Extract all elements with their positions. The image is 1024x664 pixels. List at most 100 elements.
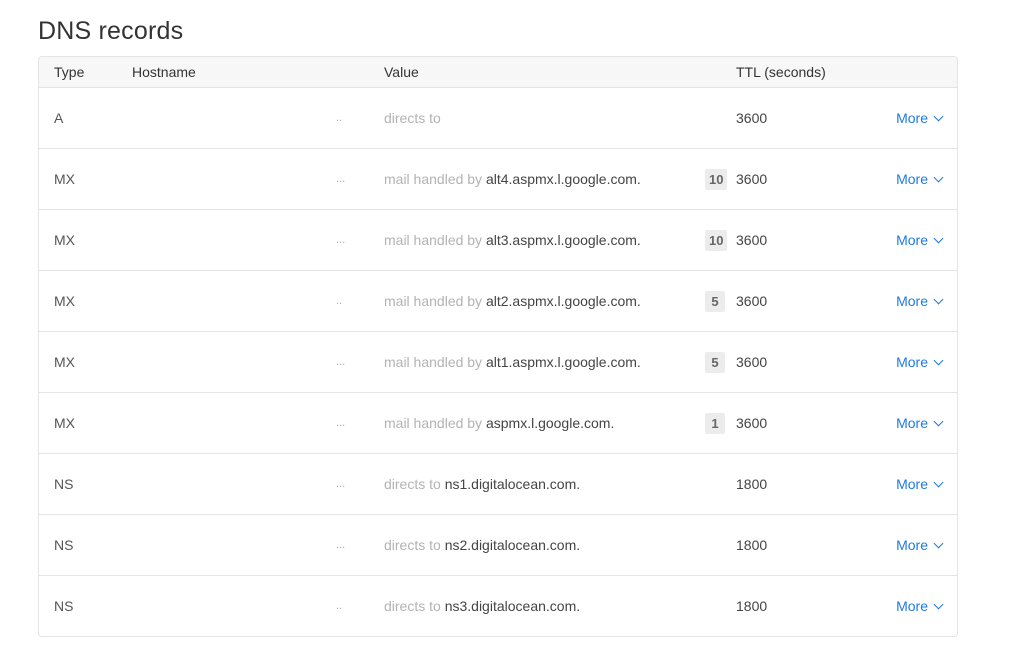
record-type: NS bbox=[54, 537, 74, 553]
dns-records-table: Type Hostname Value TTL (seconds) A .. d… bbox=[38, 56, 958, 637]
table-row: MX ... mail handled by alt4.aspmx.l.goog… bbox=[39, 149, 957, 210]
chevron-down-icon bbox=[933, 416, 944, 427]
hostname-value: ... bbox=[336, 539, 346, 551]
value-target: ns3.digitalocean.com. bbox=[444, 598, 581, 614]
record-type: NS bbox=[54, 476, 74, 492]
header-type: Type bbox=[54, 64, 85, 80]
table-row: NS ... directs to ns2.digitalocean.com. … bbox=[39, 515, 957, 576]
ttl-value: 1800 bbox=[736, 537, 768, 553]
value-prefix: directs to bbox=[384, 110, 441, 126]
ttl-value: 3600 bbox=[736, 354, 768, 370]
more-label: More bbox=[896, 110, 928, 126]
hostname-value: .. bbox=[336, 600, 343, 612]
more-button[interactable]: More bbox=[896, 149, 944, 209]
more-label: More bbox=[896, 293, 928, 309]
hostname-value: ... bbox=[336, 356, 346, 368]
chevron-down-icon bbox=[933, 111, 944, 122]
record-value: mail handled by alt1.aspmx.l.google.com. bbox=[384, 332, 641, 392]
more-button[interactable]: More bbox=[896, 271, 944, 331]
ttl-value: 1800 bbox=[736, 476, 768, 492]
value-target: ns1.digitalocean.com. bbox=[444, 476, 581, 492]
dns-records-page: DNS records Type Hostname Value TTL (sec… bbox=[0, 0, 1024, 664]
value-prefix: mail handled by bbox=[384, 415, 483, 431]
priority-badge: 5 bbox=[705, 291, 725, 312]
record-value: directs to bbox=[384, 88, 441, 148]
table-body: A .. directs to 3600 More MX ... mail ha… bbox=[39, 88, 957, 636]
record-value: mail handled by alt2.aspmx.l.google.com. bbox=[384, 271, 641, 331]
value-prefix: directs to bbox=[384, 476, 441, 492]
hostname-value: .. bbox=[336, 295, 343, 307]
table-header: Type Hostname Value TTL (seconds) bbox=[39, 57, 957, 88]
more-label: More bbox=[896, 354, 928, 370]
more-label: More bbox=[896, 415, 928, 431]
more-button[interactable]: More bbox=[896, 515, 944, 575]
ttl-value: 3600 bbox=[736, 110, 768, 126]
more-button[interactable]: More bbox=[896, 576, 944, 636]
more-button[interactable]: More bbox=[896, 88, 944, 148]
more-button[interactable]: More bbox=[896, 332, 944, 392]
table-row: A .. directs to 3600 More bbox=[39, 88, 957, 149]
priority-badge: 1 bbox=[705, 413, 725, 434]
hostname-value: ... bbox=[336, 417, 346, 429]
value-prefix: mail handled by bbox=[384, 354, 483, 370]
ttl-value: 1800 bbox=[736, 598, 768, 614]
record-type: MX bbox=[54, 232, 75, 248]
ttl-value: 3600 bbox=[736, 232, 768, 248]
more-button[interactable]: More bbox=[896, 393, 944, 453]
table-row: NS ... directs to ns1.digitalocean.com. … bbox=[39, 454, 957, 515]
header-hostname: Hostname bbox=[132, 64, 196, 80]
more-label: More bbox=[896, 598, 928, 614]
value-target: alt4.aspmx.l.google.com. bbox=[485, 171, 641, 187]
chevron-down-icon bbox=[933, 477, 944, 488]
hostname-value: .. bbox=[336, 112, 343, 124]
ttl-value: 3600 bbox=[736, 293, 768, 309]
record-type: MX bbox=[54, 415, 75, 431]
more-button[interactable]: More bbox=[896, 210, 944, 270]
record-type: MX bbox=[54, 354, 75, 370]
chevron-down-icon bbox=[933, 294, 944, 305]
record-type: MX bbox=[54, 293, 75, 309]
value-prefix: directs to bbox=[384, 537, 441, 553]
more-label: More bbox=[896, 476, 928, 492]
chevron-down-icon bbox=[933, 538, 944, 549]
chevron-down-icon bbox=[933, 233, 944, 244]
hostname-value: ... bbox=[336, 478, 346, 490]
value-target: aspmx.l.google.com. bbox=[485, 415, 615, 431]
record-value: directs to ns3.digitalocean.com. bbox=[384, 576, 580, 636]
more-label: More bbox=[896, 537, 928, 553]
value-prefix: mail handled by bbox=[384, 171, 483, 187]
more-label: More bbox=[896, 171, 928, 187]
ttl-value: 3600 bbox=[736, 415, 768, 431]
value-target: ns2.digitalocean.com. bbox=[444, 537, 581, 553]
priority-badge: 10 bbox=[705, 169, 728, 190]
table-row: NS .. directs to ns3.digitalocean.com. 1… bbox=[39, 576, 957, 636]
hostname-value: ... bbox=[336, 234, 346, 246]
record-type: A bbox=[54, 110, 64, 126]
more-label: More bbox=[896, 232, 928, 248]
value-target: alt3.aspmx.l.google.com. bbox=[485, 232, 641, 248]
hostname-value: ... bbox=[336, 173, 346, 185]
table-row: MX ... mail handled by alt1.aspmx.l.goog… bbox=[39, 332, 957, 393]
value-prefix: mail handled by bbox=[384, 232, 483, 248]
record-value: directs to ns2.digitalocean.com. bbox=[384, 515, 580, 575]
value-target: alt1.aspmx.l.google.com. bbox=[485, 354, 641, 370]
chevron-down-icon bbox=[933, 355, 944, 366]
value-prefix: directs to bbox=[384, 598, 441, 614]
more-button[interactable]: More bbox=[896, 454, 944, 514]
record-type: MX bbox=[54, 171, 75, 187]
header-ttl: TTL (seconds) bbox=[736, 64, 826, 80]
table-row: MX .. mail handled by alt2.aspmx.l.googl… bbox=[39, 271, 957, 332]
record-value: mail handled by aspmx.l.google.com. bbox=[384, 393, 614, 453]
record-value: directs to ns1.digitalocean.com. bbox=[384, 454, 580, 514]
chevron-down-icon bbox=[933, 172, 944, 183]
priority-badge: 5 bbox=[705, 352, 725, 373]
priority-badge: 10 bbox=[705, 230, 728, 251]
record-value: mail handled by alt4.aspmx.l.google.com. bbox=[384, 149, 641, 209]
table-row: MX ... mail handled by alt3.aspmx.l.goog… bbox=[39, 210, 957, 271]
chevron-down-icon bbox=[933, 599, 944, 610]
header-value: Value bbox=[384, 64, 419, 80]
record-value: mail handled by alt3.aspmx.l.google.com. bbox=[384, 210, 641, 270]
ttl-value: 3600 bbox=[736, 171, 768, 187]
value-prefix: mail handled by bbox=[384, 293, 483, 309]
record-type: NS bbox=[54, 598, 74, 614]
